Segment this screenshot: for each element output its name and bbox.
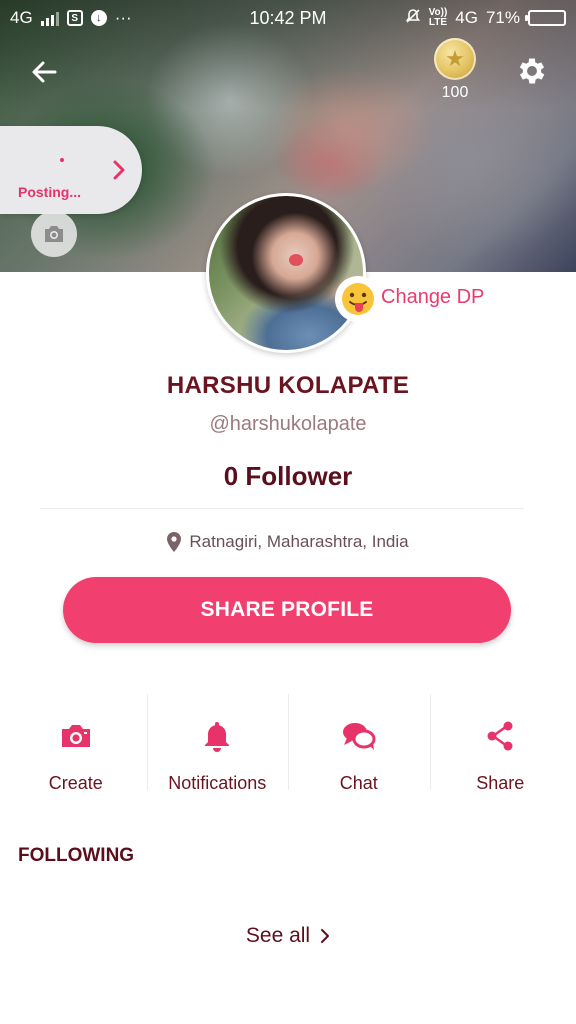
share-action[interactable]: Share [429,690,572,794]
status-bar: 4G S ↓ ··· 10:42 PM Vo)) LTE 4G 71% [0,0,576,36]
battery-icon [525,10,566,26]
chat-icon [339,716,379,755]
action-label: Notifications [168,773,267,793]
map-pin-icon [167,532,182,552]
gear-icon [519,58,545,84]
profile-name: HARSHU KOLAPATE [166,372,410,399]
battery-percent: 71% [485,8,520,27]
bell-icon [197,716,237,755]
mute-icon [405,8,421,29]
profile-handle: @harshukolapate [209,413,367,435]
coin-count: 100 [441,84,469,101]
location-text: Ratnagiri, Maharashtra, India [189,532,409,551]
posting-label: Posting... [18,184,81,200]
volte-icon: Vo)) LTE [428,7,448,28]
status-left: 4G S ↓ ··· [10,8,132,28]
signal-icon [40,10,59,26]
location-row: Ratnagiri, Maharashtra, India [0,532,576,552]
chevron-right-icon[interactable] [108,156,130,184]
action-label: Chat [339,773,378,793]
more-notifications-icon: ··· [114,8,132,27]
profile-avatar[interactable] [206,193,366,353]
change-dp-link[interactable]: Change DP [381,286,484,309]
settings-button[interactable] [512,51,552,91]
sim-icon: S [66,10,83,26]
change-cover-button[interactable] [31,211,77,257]
action-bar: Create Notifications Chat Share [5,690,571,794]
network2-label: 4G [455,8,478,27]
create-action[interactable]: Create [5,690,147,794]
coin-icon[interactable]: ★ [434,38,476,80]
back-button[interactable] [24,52,64,92]
action-label: Share [476,773,525,793]
notifications-action[interactable]: Notifications [146,690,289,794]
arrow-left-icon [32,61,57,83]
status-right: Vo)) LTE 4G 71% [405,8,566,29]
action-label: Create [48,773,103,793]
share-icon [480,716,520,755]
tongue-emoji-icon[interactable] [335,276,381,322]
following-heading: FOLLOWING [18,845,135,866]
share-profile-button[interactable]: SHARE PROFILE [63,577,511,643]
posting-progress-dot [60,158,64,162]
camera-icon [45,226,63,242]
camera-icon [56,716,96,755]
download-icon: ↓ [90,10,107,26]
divider [40,508,524,509]
see-all-label: See all [245,924,311,947]
network-label: 4G [10,8,33,27]
chat-action[interactable]: Chat [288,690,430,794]
see-all-link[interactable]: See all [0,924,576,948]
chevron-right-icon [321,929,330,943]
follower-count[interactable]: 0 Follower [0,461,576,492]
